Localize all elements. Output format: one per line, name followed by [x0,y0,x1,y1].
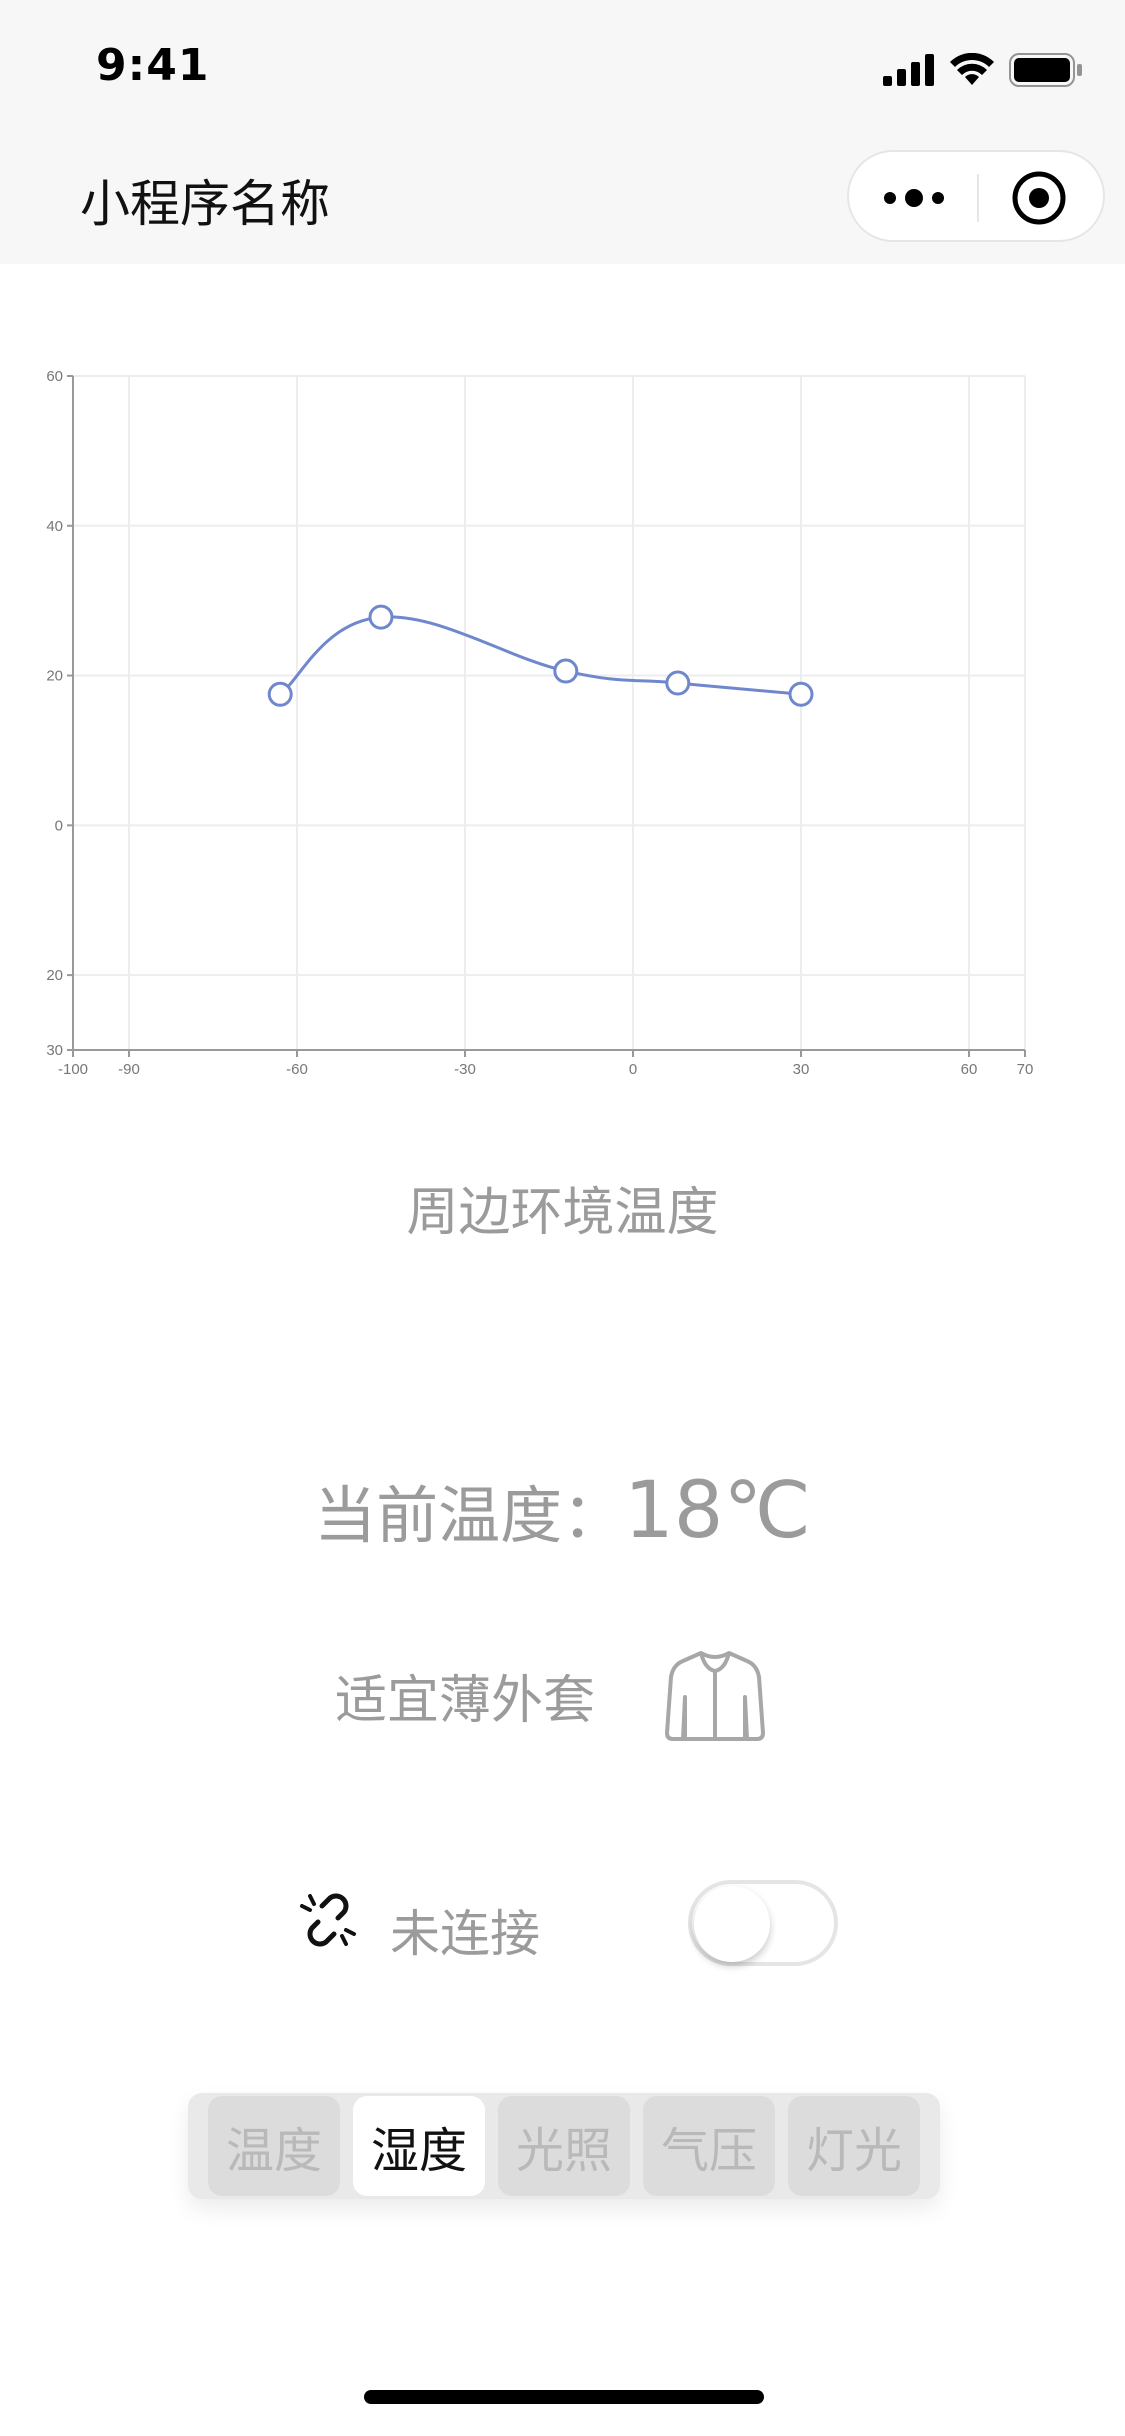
data-point [368,604,394,630]
x-tick-label: -60 [286,1061,308,1078]
x-tick-label: 70 [1017,1061,1034,1078]
current-temperature-label: 当前温度： [314,1479,625,1552]
current-temperature: 当前温度：18℃ [0,1465,1125,1556]
more-dots-icon [884,189,944,207]
clothing-advice: 适宜薄外套 [335,1640,766,1750]
connection-row: 未连接 [298,1880,838,1980]
jacket-icon [665,1651,766,1741]
x-tick-label: -90 [118,1061,140,1078]
x-tick-label: 0 [629,1061,637,1078]
y-tick-label: 20 [46,967,63,984]
series-line [279,615,802,696]
data-point [788,681,814,707]
sensor-tab-bar: 温度 湿度 光照 气压 灯光 [188,2093,940,2199]
tab-pressure[interactable]: 气压 [643,2096,775,2196]
close-miniprogram-button[interactable] [1009,170,1069,226]
x-tick-label: 60 [961,1061,978,1078]
x-tick-label: -100 [58,1061,88,1078]
capsule-divider [977,174,979,222]
nav-bar: 小程序名称 [0,132,1125,264]
tab-humidity[interactable]: 湿度 [353,2096,485,2196]
status-icons [883,48,1083,92]
connection-toggle[interactable] [688,1880,838,1966]
temperature-line-chart: 60 40 20 0 20 30 -100 -90 -60 -30 0 30 60 70 [46,368,1034,1078]
connection-status: 未连接 [390,1905,540,1963]
tab-temperature[interactable]: 温度 [208,2096,340,2196]
data-point [553,658,579,684]
more-button[interactable] [879,174,949,222]
status-bar: 9:41 [0,0,1125,132]
broken-link-icon [300,1893,356,1947]
tab-lamp[interactable]: 灯光 [788,2096,920,2196]
current-temperature-value: 18℃ [624,1466,811,1556]
home-indicator [364,2390,764,2404]
data-point [267,681,293,707]
clothing-advice-text: 适宜薄外套 [335,1670,596,1731]
status-time: 9:41 [96,40,210,91]
cellular-signal-icon [883,54,934,86]
tab-light[interactable]: 光照 [498,2096,630,2196]
menu-capsule [847,150,1105,242]
y-tick-label: 40 [46,518,63,535]
y-tick-label: 20 [46,668,63,685]
data-point [665,670,691,696]
page-title: 小程序名称 [80,175,330,233]
battery-icon [1009,53,1082,87]
x-tick-label: 30 [793,1061,810,1078]
y-tick-label: 30 [46,1042,63,1059]
y-tick-label: 0 [55,817,63,834]
wifi-icon [950,53,994,85]
x-tick-label: -30 [454,1061,476,1078]
target-icon [1012,171,1066,225]
y-tick-label: 60 [46,368,63,385]
chart-caption: 周边环境温度 [406,1183,719,1243]
toggle-knob [694,1886,770,1962]
